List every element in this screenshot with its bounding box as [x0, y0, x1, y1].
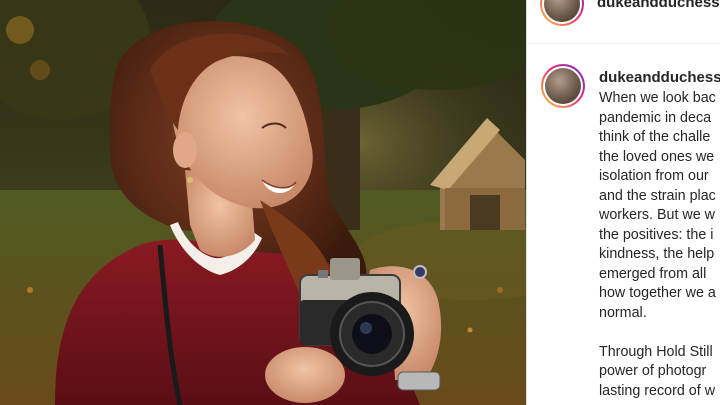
- caption-line: power of photogr: [599, 363, 707, 379]
- caption-avatar[interactable]: [541, 64, 585, 108]
- caption-line: When we look bac: [599, 90, 716, 106]
- caption-line: think of the challe: [599, 129, 711, 145]
- post-header: dukeandduchesso: [527, 0, 720, 44]
- caption-line: emerged from all: [599, 265, 707, 282]
- caption-line: workers. But we w: [599, 207, 715, 223]
- caption-line: pandemic in deca: [599, 109, 712, 126]
- post-photo[interactable]: [0, 0, 526, 405]
- instagram-post-view: dukeandduchesso dukeandduchesso When we …: [0, 0, 720, 405]
- caption-line: normal.: [599, 304, 647, 321]
- header-username-link[interactable]: dukeandduchesso: [597, 0, 720, 11]
- caption-line: how together we a: [599, 285, 716, 301]
- caption-line: [599, 323, 720, 343]
- caption-line: the positives: the i: [599, 226, 714, 243]
- post-panel: dukeandduchesso dukeandduchesso When we …: [526, 0, 720, 405]
- photo-image: [0, 0, 526, 405]
- caption-line: and the strain plac: [599, 187, 716, 204]
- caption-username-link[interactable]: dukeandduchesso: [599, 69, 720, 86]
- caption-line: lasting record of w: [599, 382, 716, 399]
- caption-line: isolation from our: [599, 168, 709, 184]
- post-caption: When we look bac pandemic in deca think of…: [599, 89, 720, 401]
- caption-line: Through Hold Still: [599, 343, 713, 360]
- caption-line: kindness, the help: [599, 246, 715, 262]
- header-avatar[interactable]: [540, 0, 584, 26]
- caption-line: the loved ones we: [599, 148, 715, 165]
